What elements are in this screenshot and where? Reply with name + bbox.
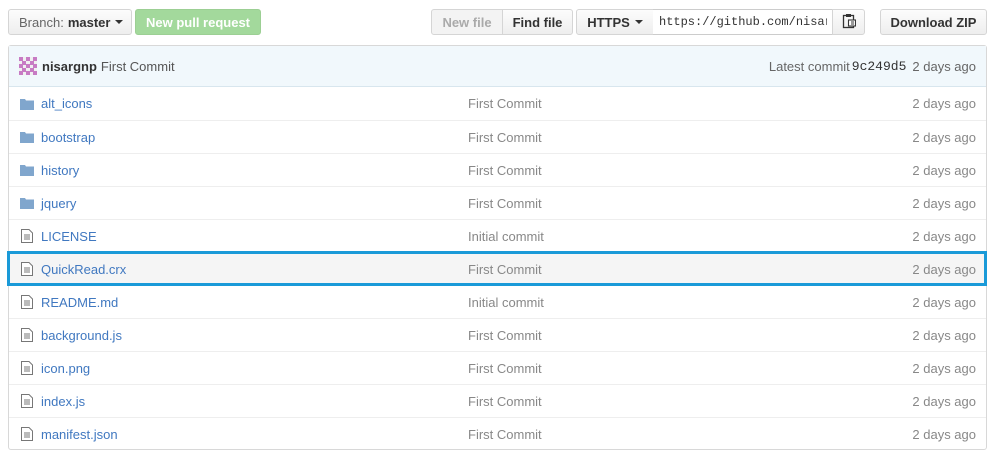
file-icon: [19, 394, 35, 408]
new-file-button[interactable]: New file: [431, 9, 503, 35]
file-age: 2 days ago: [912, 261, 976, 277]
file-name-link[interactable]: alt_icons: [41, 96, 468, 111]
file-name-link[interactable]: background.js: [41, 328, 468, 343]
file-commit-message-link[interactable]: First Commit: [468, 130, 912, 145]
file-name-link[interactable]: README.md: [41, 295, 468, 310]
file-name-link[interactable]: manifest.json: [41, 427, 468, 442]
download-zip-button[interactable]: Download ZIP: [880, 9, 987, 35]
file-name-link[interactable]: index.js: [41, 394, 468, 409]
branch-selector-button[interactable]: Branch: master: [8, 9, 132, 35]
file-rows: alt_icons First Commit 2 days ago bootstrap…: [9, 87, 986, 450]
commit-sha[interactable]: 9c249d5: [852, 59, 907, 74]
commit-age: 2 days ago: [912, 58, 976, 74]
file-row[interactable]: icon.png First Commit 2 days ago: [9, 351, 986, 384]
file-name-link[interactable]: bootstrap: [41, 130, 468, 145]
file-commit-message-link[interactable]: First Commit: [468, 196, 912, 211]
folder-icon: [19, 98, 35, 110]
file-row[interactable]: history First Commit 2 days ago: [9, 153, 986, 186]
caret-down-icon: [634, 20, 643, 24]
file-row[interactable]: index.js First Commit 2 days ago: [9, 384, 986, 417]
file-age: 2 days ago: [912, 426, 976, 442]
file-commit-message-link[interactable]: First Commit: [468, 262, 912, 277]
file-age: 2 days ago: [912, 393, 976, 409]
file-name-link[interactable]: jquery: [41, 196, 468, 211]
file-name-link[interactable]: history: [41, 163, 468, 178]
file-age: 2 days ago: [912, 195, 976, 211]
file-age: 2 days ago: [912, 294, 976, 310]
file-row[interactable]: LICENSE Initial commit 2 days ago: [9, 219, 986, 252]
file-name-link[interactable]: QuickRead.crx: [41, 262, 468, 277]
file-commit-message-link[interactable]: First Commit: [468, 394, 912, 409]
file-icon: [19, 361, 35, 375]
avatar[interactable]: [19, 57, 37, 75]
latest-commit-label: Latest commit: [768, 58, 850, 74]
commit-message[interactable]: First Commit: [101, 59, 175, 74]
file-row[interactable]: bootstrap First Commit 2 days ago: [9, 120, 986, 153]
clone-url-input[interactable]: [653, 9, 833, 35]
file-icon: [19, 295, 35, 309]
file-commit-message-link[interactable]: First Commit: [468, 163, 912, 178]
protocol-label: HTTPS: [587, 14, 630, 30]
copy-url-button[interactable]: [832, 9, 865, 35]
file-age: 2 days ago: [912, 360, 976, 376]
commit-author[interactable]: nisargnp: [42, 59, 97, 74]
clipboard-icon: [842, 13, 856, 32]
file-commit-message-link[interactable]: First Commit: [468, 427, 912, 442]
file-commit-message-link[interactable]: Initial commit: [468, 229, 912, 244]
file-icon: [19, 427, 35, 441]
file-age: 2 days ago: [912, 162, 976, 178]
file-row[interactable]: QuickRead.crx First Commit 2 days ago: [9, 252, 986, 285]
branch-prefix: Branch:: [19, 14, 64, 30]
branch-name: master: [67, 14, 111, 30]
file-icon: [19, 229, 35, 243]
file-row[interactable]: alt_icons First Commit 2 days ago: [9, 87, 986, 120]
file-icon: [19, 328, 35, 342]
find-file-button[interactable]: Find file: [502, 9, 573, 35]
folder-icon: [19, 131, 35, 143]
file-age: 2 days ago: [912, 96, 976, 111]
file-row[interactable]: manifest.json First Commit 2 days ago: [9, 417, 986, 450]
file-age: 2 days ago: [912, 129, 976, 145]
file-icon: [19, 262, 35, 276]
file-commit-message-link[interactable]: First Commit: [468, 328, 912, 343]
file-commit-message-link[interactable]: First Commit: [468, 361, 912, 376]
new-pull-request-button[interactable]: New pull request: [135, 9, 261, 35]
file-row[interactable]: README.md Initial commit 2 days ago: [9, 285, 986, 318]
file-row[interactable]: jquery First Commit 2 days ago: [9, 186, 986, 219]
file-age: 2 days ago: [912, 228, 976, 244]
file-name-link[interactable]: LICENSE: [41, 229, 468, 244]
file-commit-message-link[interactable]: Initial commit: [468, 295, 912, 310]
file-row[interactable]: background.js First Commit 2 days ago: [9, 318, 986, 351]
file-commit-message-link[interactable]: First Commit: [468, 96, 912, 111]
folder-icon: [19, 164, 35, 176]
file-age: 2 days ago: [912, 327, 976, 343]
protocol-selector-button[interactable]: HTTPS: [576, 9, 654, 35]
file-listing: nisargnp First Commit Latest commit 9c24…: [8, 45, 987, 450]
caret-down-icon: [115, 20, 124, 24]
folder-icon: [19, 197, 35, 209]
file-name-link[interactable]: icon.png: [41, 361, 468, 376]
latest-commit-bar: nisargnp First Commit Latest commit 9c24…: [9, 46, 986, 87]
